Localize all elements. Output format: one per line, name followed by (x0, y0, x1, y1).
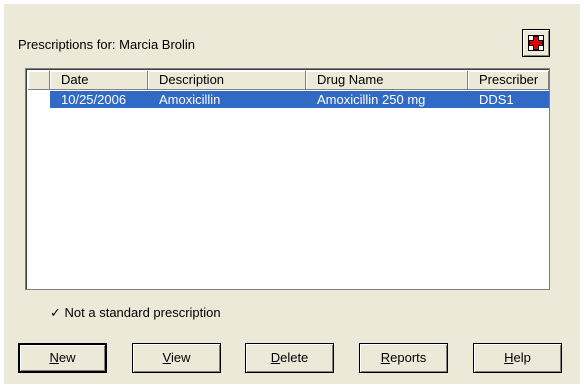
reports-button[interactable]: Reports (359, 343, 448, 373)
reports-label-rest: eports (390, 350, 427, 365)
cell-drug-name: Amoxicillin 250 mg (317, 92, 426, 107)
column-header-prescriber[interactable]: Prescriber (468, 71, 549, 90)
cell-description: Amoxicillin (159, 92, 221, 107)
column-header-indicator (28, 71, 50, 90)
table-row[interactable]: 10/25/2006 Amoxicillin Amoxicillin 250 m… (50, 91, 549, 108)
column-header-date[interactable]: Date (50, 71, 148, 90)
column-header-drug-name[interactable]: Drug Name (306, 71, 468, 90)
prescriptions-list[interactable]: Date Description Drug Name Prescriber 10… (25, 68, 550, 290)
view-button[interactable]: View (132, 343, 221, 373)
cell-date: 10/25/2006 (61, 92, 127, 107)
new-button[interactable]: New (18, 343, 107, 373)
view-label-rest: iew (170, 350, 191, 365)
new-label-rest: ew (58, 350, 76, 365)
reports-mnemonic: R (380, 350, 391, 365)
cell-prescriber: DDS1 (479, 92, 514, 107)
prescriptions-dialog: Prescriptions for: Marcia Brolin Date De… (4, 4, 580, 384)
title-prefix: Prescriptions for: (18, 37, 116, 52)
red-cross-icon (528, 35, 544, 51)
delete-mnemonic: D (270, 350, 281, 365)
help-button[interactable]: Help (473, 343, 562, 373)
view-mnemonic: V (162, 350, 171, 365)
prescriptions-title: Prescriptions for: Marcia Brolin (18, 37, 195, 52)
delete-label-rest: elete (280, 350, 309, 365)
delete-button[interactable]: Delete (245, 343, 334, 373)
patient-name: Marcia Brolin (119, 37, 196, 52)
legend-text: Not a standard prescription (64, 305, 221, 320)
help-mnemonic: H (504, 350, 514, 365)
legend-note: ✓ Not a standard prescription (50, 305, 221, 321)
help-label-rest: elp (513, 350, 531, 365)
column-header-description[interactable]: Description (148, 71, 306, 90)
add-prescription-icon-button[interactable] (522, 29, 550, 57)
new-mnemonic: N (49, 350, 59, 365)
checkmark-icon: ✓ (50, 305, 61, 320)
